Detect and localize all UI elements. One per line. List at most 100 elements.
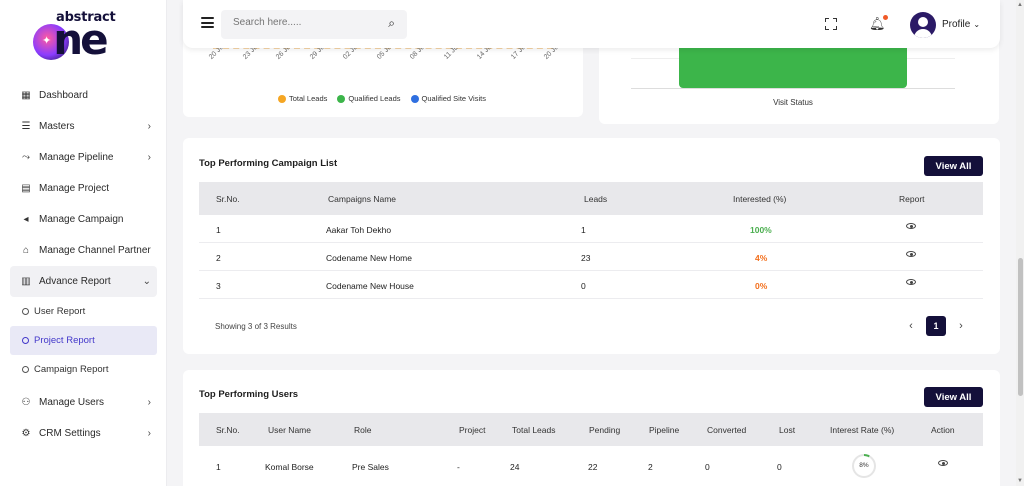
sidebar-item-dashboard[interactable]: ▦ Dashboard xyxy=(10,80,157,111)
sidebar-item-label: Manage Channel Partner xyxy=(39,245,151,256)
legend-qualified-leads[interactable]: Qualified Leads xyxy=(337,94,401,103)
visit-status-axis-label: Visit Status xyxy=(773,98,813,107)
table-row: 1 Komal Borse Pre Sales - 24 22 2 0 0 8% xyxy=(199,452,983,480)
megaphone-icon: ◂ xyxy=(23,214,29,225)
chevron-right-icon: › xyxy=(147,152,151,163)
eye-icon[interactable] xyxy=(906,223,916,229)
sidebar-item-manage-users[interactable]: ⚇ Manage Users › xyxy=(10,387,157,418)
cell-pipeline: 2 xyxy=(648,462,653,472)
fullscreen-icon[interactable] xyxy=(825,18,837,30)
sidebar-item-label: Manage Project xyxy=(39,183,110,194)
sidebar-item-label: CRM Settings xyxy=(39,428,101,439)
dashboard-icon: ▦ xyxy=(21,90,31,101)
page-number[interactable]: 1 xyxy=(926,316,946,336)
eye-icon[interactable] xyxy=(906,279,916,285)
sidebar-item-advance-report[interactable]: ▥ Advance Report ⌄ xyxy=(10,266,157,297)
bell-icon[interactable]: 🔔︎ xyxy=(869,15,888,32)
view-all-users-button[interactable]: View All xyxy=(924,387,983,407)
sidebar-item-masters[interactable]: ☰ Masters › xyxy=(10,111,157,142)
building-icon: ▤ xyxy=(21,183,31,194)
table-row: 3 Codename New House 0 0% xyxy=(199,271,983,299)
sidebar-item-crm-settings[interactable]: ⚙ CRM Settings › xyxy=(10,418,157,449)
top-header: ⌕ 🔔︎ Profile⌄ xyxy=(183,0,1000,48)
search-icon[interactable]: ⌕ xyxy=(388,16,395,31)
column-header[interactable]: Interested (%) xyxy=(733,194,786,204)
cell-leads: 23 xyxy=(581,253,591,263)
column-header[interactable]: Leads xyxy=(584,194,607,204)
sidebar-item-label: Masters xyxy=(39,121,75,132)
profile-label: Profile xyxy=(942,19,971,30)
interest-rate-ring: 8% xyxy=(852,454,876,478)
legend-label: Total Leads xyxy=(289,94,328,103)
column-header[interactable]: Pending xyxy=(589,425,620,435)
sidebar-subitem-campaign-report[interactable]: Campaign Report xyxy=(10,355,157,384)
campaign-table-header: Sr.No. Campaigns Name Leads Interested (… xyxy=(199,182,983,215)
results-count: Showing 3 of 3 Results xyxy=(215,322,297,331)
chevron-right-icon: › xyxy=(147,428,151,439)
cell-sr: 2 xyxy=(216,253,221,263)
column-header[interactable]: Campaigns Name xyxy=(328,194,396,204)
cell-sr: 1 xyxy=(216,462,221,472)
menu-icon[interactable] xyxy=(201,17,214,28)
panel-title: Top Performing Campaign List xyxy=(199,158,338,169)
chart-axis xyxy=(631,88,955,89)
sidebar-item-label: Advance Report xyxy=(39,276,111,287)
column-header[interactable]: Project xyxy=(459,425,485,435)
chevron-left-icon[interactable]: ‹ xyxy=(904,320,918,332)
column-header[interactable]: Pipeline xyxy=(649,425,679,435)
chevron-right-icon[interactable]: › xyxy=(954,320,968,332)
sidebar-subitem-label: User Report xyxy=(34,306,86,317)
column-header[interactable]: Sr.No. xyxy=(216,194,240,204)
sidebar-item-manage-campaign[interactable]: ◂ Manage Campaign xyxy=(10,204,157,235)
legend-swatch xyxy=(410,94,419,103)
sidebar-subitem-label: Project Report xyxy=(34,335,95,346)
legend-total-leads[interactable]: Total Leads xyxy=(278,94,327,103)
sidebar-item-manage-channel-partner[interactable]: ⌂ Manage Channel Partner xyxy=(10,235,157,266)
column-header[interactable]: Sr.No. xyxy=(216,425,240,435)
sidebar-subitem-project-report[interactable]: Project Report xyxy=(10,326,157,355)
search-input[interactable] xyxy=(233,17,373,28)
sidebar-item-label: Manage Pipeline xyxy=(39,152,114,163)
interest-rate-value: 8% xyxy=(859,462,869,469)
sidebar-item-manage-pipeline[interactable]: ⤳ Manage Pipeline › xyxy=(10,142,157,173)
eye-icon[interactable] xyxy=(906,251,916,257)
legend-swatch xyxy=(337,94,346,103)
page-scrollbar[interactable]: ▲ ▼ xyxy=(1016,0,1024,486)
cell-campaign-name: Aakar Toh Dekho xyxy=(326,225,392,235)
sidebar: abstract ne ✦ ▦ Dashboard ☰ Masters › ⤳ … xyxy=(0,0,167,486)
column-header[interactable]: User Name xyxy=(268,425,311,435)
scroll-up-arrow-icon[interactable]: ▲ xyxy=(1017,2,1023,8)
leads-chart-legend: Total Leads Qualified Leads Qualified Si… xyxy=(278,94,486,103)
column-header[interactable]: Total Leads xyxy=(512,425,555,435)
sidebar-item-manage-project[interactable]: ▤ Manage Project xyxy=(10,173,157,204)
profile-menu[interactable]: Profile ⌄ xyxy=(942,19,980,30)
eye-icon[interactable] xyxy=(938,460,948,466)
column-header[interactable]: Action xyxy=(931,425,955,435)
notification-dot xyxy=(882,15,888,20)
circle-icon xyxy=(22,366,29,373)
cell-lost: 0 xyxy=(777,462,782,472)
cell-leads: 1 xyxy=(581,225,586,235)
sidebar-subitem-user-report[interactable]: User Report xyxy=(10,297,157,326)
column-header[interactable]: Interest Rate (%) xyxy=(830,425,894,435)
legend-qualified-site-visits[interactable]: Qualified Site Visits xyxy=(410,94,486,103)
column-header[interactable]: Role xyxy=(354,425,371,435)
view-all-campaigns-button[interactable]: View All xyxy=(924,156,983,176)
handshake-icon: ⌂ xyxy=(22,245,30,256)
circle-icon xyxy=(22,308,29,315)
column-header[interactable]: Converted xyxy=(707,425,746,435)
scrollbar-thumb[interactable] xyxy=(1018,258,1023,396)
cell-project: - xyxy=(457,462,460,472)
avatar[interactable] xyxy=(910,12,936,38)
scroll-down-arrow-icon[interactable]: ▼ xyxy=(1017,478,1023,484)
legend-swatch xyxy=(278,94,286,103)
column-header[interactable]: Lost xyxy=(779,425,795,435)
legend-label: Qualified Site Visits xyxy=(421,94,486,103)
table-row: 1 Aakar Toh Dekho 1 100% xyxy=(199,215,983,243)
users-table-header: Sr.No. User Name Role Project Total Lead… xyxy=(199,413,983,446)
brand-logo[interactable]: abstract ne ✦ xyxy=(30,8,140,64)
column-header[interactable]: Report xyxy=(899,194,925,204)
campaign-list-panel: Top Performing Campaign List View All Sr… xyxy=(183,138,1000,354)
cell-role: Pre Sales xyxy=(352,462,389,472)
sidebar-subitem-label: Campaign Report xyxy=(34,364,109,375)
